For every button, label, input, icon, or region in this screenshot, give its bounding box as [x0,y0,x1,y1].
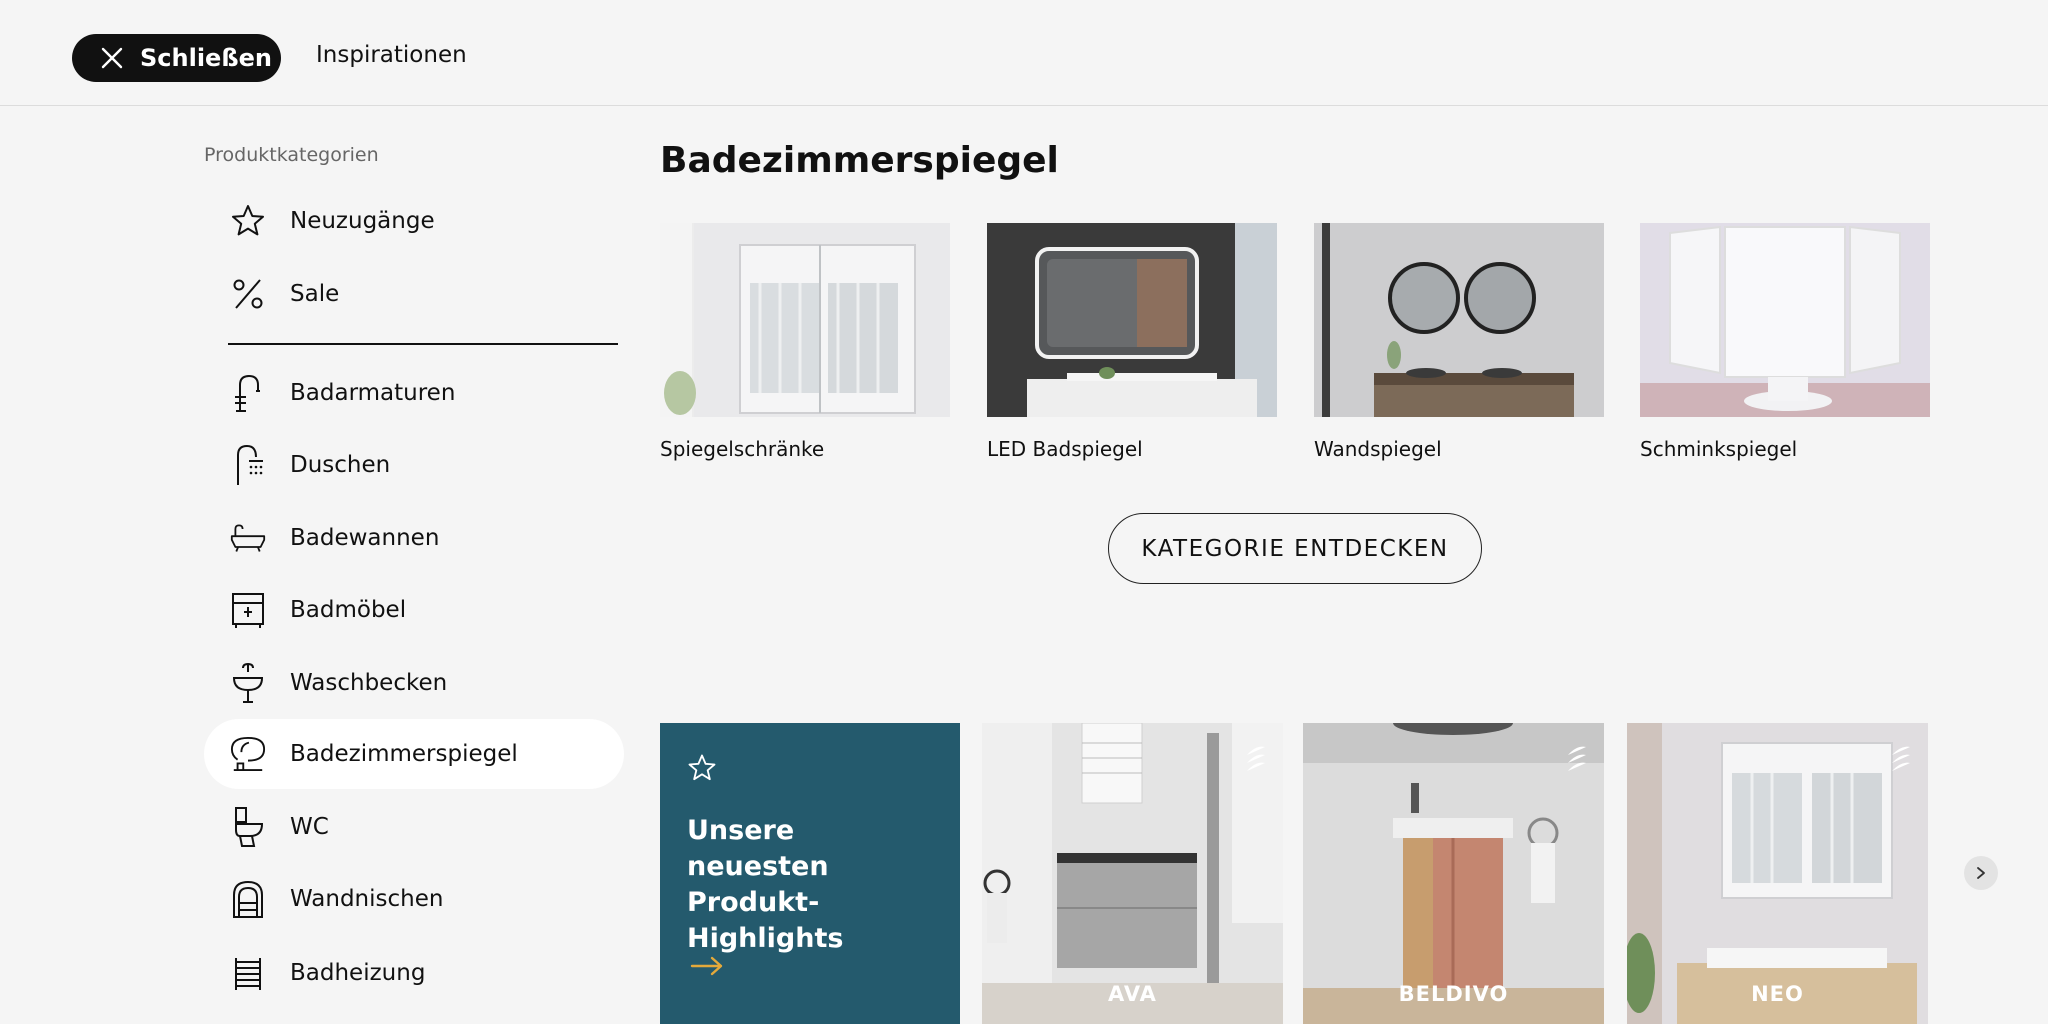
brand-badge-icon [1568,746,1586,771]
sidebar-item-wc[interactable]: WC [204,792,624,862]
subcategory-card-wandspiegel[interactable]: Wandspiegel [1314,223,1604,461]
subcategory-label: Wandspiegel [1314,437,1442,461]
subcategory-label: LED Badspiegel [987,437,1143,461]
star-icon [688,754,716,781]
new-highlights-card[interactable]: Unsere neuesten Produkt-Highlights [660,723,960,1024]
bathtub-icon [230,520,266,556]
sidebar-item-badezimmerspiegel[interactable]: Badezimmerspiegel [204,719,624,789]
sidebar-item-badewannen[interactable]: Badewannen [204,503,624,573]
promo-headline: Unsere neuesten Produkt-Highlights [687,815,844,954]
sidebar-item-label: Waschbecken [290,670,448,696]
sidebar-item-badmoebel[interactable]: Badmöbel [204,575,624,645]
close-button[interactable]: Schließen [72,34,281,82]
radiator-icon [230,955,266,991]
sidebar-item-label: Wandnischen [290,886,444,912]
sidebar-item-label: Duschen [290,452,391,478]
shower-icon [230,444,266,485]
sidebar-item-wandnischen[interactable]: Wandnischen [204,864,624,934]
product-tile-neo[interactable]: NEO [1627,723,1928,1024]
subcategory-image [660,223,950,417]
toilet-icon [230,807,266,847]
product-image [1303,723,1604,1024]
sidebar-item-label: Badheizung [290,960,426,986]
washbasin-icon [230,662,266,703]
sidebar-item-badheizung[interactable]: Badheizung [204,938,624,1008]
category-title: Badezimmerspiegel [660,140,1059,181]
arrow-right-icon [690,956,723,976]
product-tile-ava[interactable]: AVA [982,723,1283,1024]
sidebar-heading: Produktkategorien [204,144,379,166]
percent-icon [230,276,266,312]
star-icon [230,203,266,239]
mirror-icon [230,736,266,772]
cabinet-icon [230,592,266,628]
subcategory-label: Schminkspiegel [1640,437,1798,461]
sidebar-item-label: Badezimmerspiegel [290,741,518,767]
subcategory-card-schminkspiegel[interactable]: Schminkspiegel [1640,223,1930,461]
product-tile-beldivo[interactable]: BELDIVO [1303,723,1604,1024]
inspirations-link[interactable]: Inspirationen [316,42,467,68]
sidebar-item-label: Badewannen [290,525,440,551]
subcategory-label: Spiegelschränke [660,437,825,461]
sidebar-item-waschbecken[interactable]: Waschbecken [204,648,624,718]
product-image [982,723,1283,1024]
sidebar-item-label: Sale [290,281,340,307]
close-icon [101,47,123,69]
carousel-next-button[interactable] [1964,856,1998,890]
subcategory-card-spiegelschraenke[interactable]: Spiegelschränke [660,223,950,461]
sidebar-item-label: WC [290,814,329,840]
sidebar-item-duschen[interactable]: Duschen [204,430,624,500]
subcategory-image [987,223,1277,417]
sidebar-item-label: Badmöbel [290,597,407,623]
subcategory-image [1640,223,1930,417]
faucet-icon [230,374,266,412]
top-bar: Schließen Inspirationen [0,0,2048,106]
product-image [1627,723,1928,1024]
sidebar-divider [228,343,618,345]
brand-badge-icon [1247,746,1265,771]
sidebar-item-label: Neuzugänge [290,208,435,234]
sidebar-item-neuzugaenge[interactable]: Neuzugänge [204,186,624,256]
product-name: BELDIVO [1398,982,1509,1006]
subcategory-image [1314,223,1604,417]
sidebar-item-label: Badarmaturen [290,380,456,406]
sidebar-item-badarmaturen[interactable]: Badarmaturen [204,358,624,428]
product-name: AVA [1108,982,1157,1006]
discover-category-button[interactable]: KATEGORIE ENTDECKEN [1108,513,1482,584]
chevron-right-icon [1977,867,1985,879]
wall-niche-icon [230,880,266,918]
brand-badge-icon [1892,746,1910,771]
product-name: NEO [1751,982,1804,1006]
subcategory-card-led-badspiegel[interactable]: LED Badspiegel [987,223,1277,461]
sidebar-item-sale[interactable]: Sale [204,259,624,329]
close-label: Schließen [140,44,272,72]
